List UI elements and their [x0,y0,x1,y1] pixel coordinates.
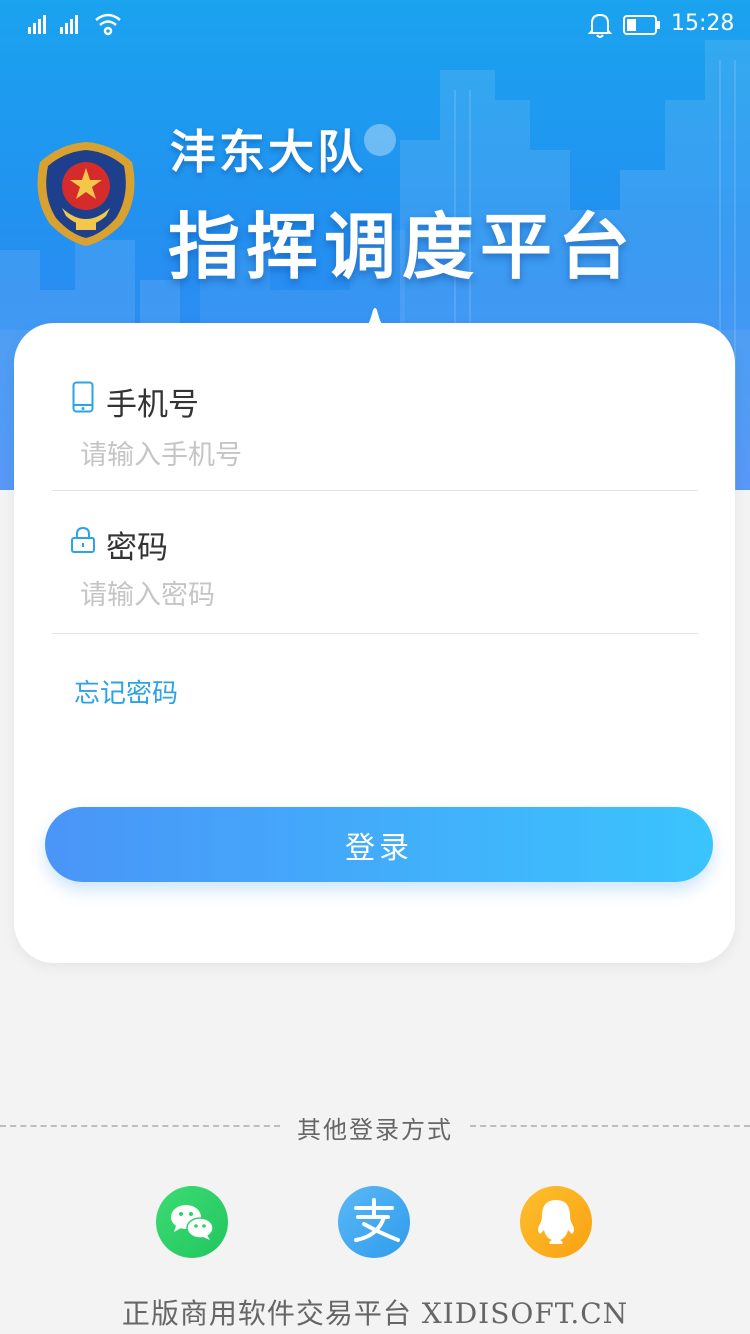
phone-icon [72,381,94,413]
login-card: 手机号 密码 忘记密码 登录 [14,323,735,963]
qq-icon [520,1186,592,1258]
status-time: 15:28 [671,11,735,36]
org-name: 沣东大队 [170,125,366,179]
status-bar: 15:28 [0,0,750,50]
lock-icon [71,526,95,553]
password-input[interactable] [80,573,700,617]
qq-login-button[interactable] [520,1186,592,1258]
phone-input[interactable] [80,433,700,477]
signal-icon [60,15,78,34]
fire-rescue-emblem-icon [37,142,135,246]
notification-bell-icon [588,13,612,38]
alipay-login-button[interactable] [338,1186,410,1258]
battery-icon [623,15,660,35]
phone-label: 手机号 [106,387,199,423]
footer-text: 正版商用软件交易平台 XIDISOFT.CN [121,1297,629,1330]
forgot-password-link[interactable]: 忘记密码 [74,673,178,710]
alipay-icon [338,1186,410,1258]
password-label: 密码 [106,530,168,566]
other-login-label: 其他登录方式 [297,1116,453,1144]
wifi-icon [95,13,121,36]
other-login-divider: 其他登录方式 [0,1108,750,1144]
password-divider [52,633,698,634]
wechat-icon [156,1186,228,1258]
signal-icon [28,15,46,34]
phone-divider [52,490,698,491]
wechat-login-button[interactable] [156,1186,228,1258]
platform-title: 指挥调度平台 [168,205,637,289]
login-button[interactable]: 登录 [45,807,713,882]
